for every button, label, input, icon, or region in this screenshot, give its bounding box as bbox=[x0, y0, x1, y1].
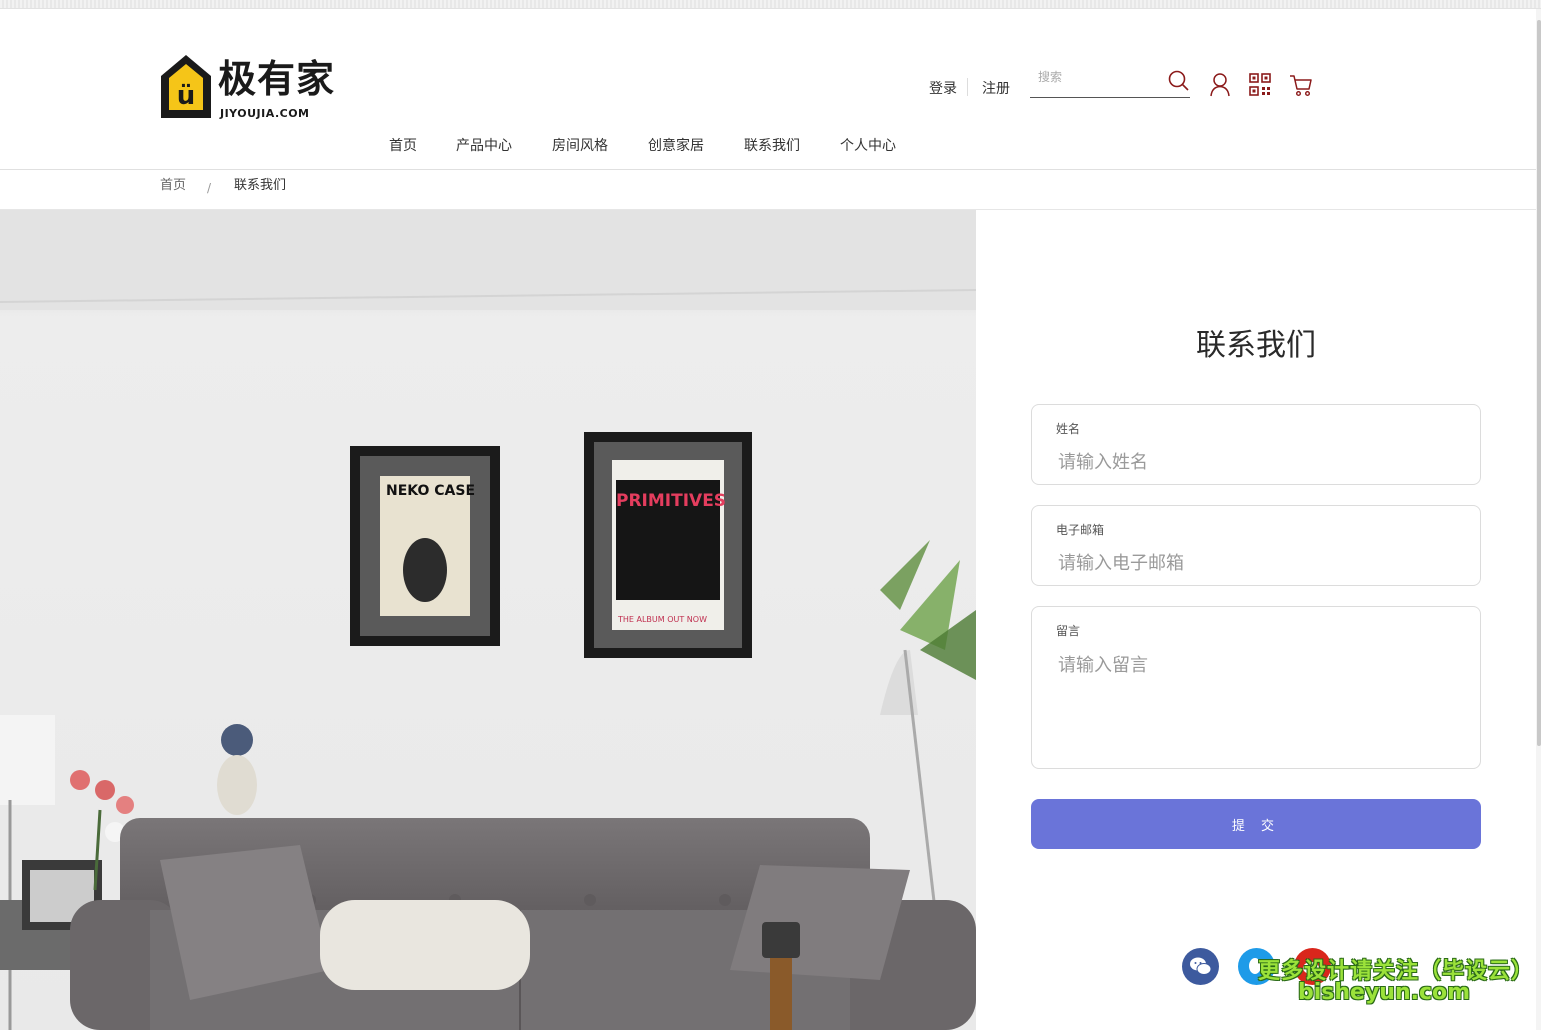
header-divider bbox=[0, 169, 1536, 170]
nav-home[interactable]: 首页 bbox=[389, 135, 417, 155]
house-logo-icon: ü bbox=[161, 55, 211, 118]
email-field-label: 电子邮箱 bbox=[1056, 523, 1105, 537]
contact-form-title: 联系我们 bbox=[1196, 328, 1316, 363]
search-box bbox=[1030, 64, 1190, 98]
nav-personal-center[interactable]: 个人中心 bbox=[840, 135, 896, 155]
top-strip bbox=[0, 0, 1541, 9]
svg-text:ü: ü bbox=[177, 81, 196, 111]
watermark-url: bisheyun.com bbox=[1298, 980, 1471, 1005]
name-field-box: 姓名 bbox=[1031, 404, 1481, 485]
wechat-icon bbox=[1190, 957, 1212, 975]
nav-room-styles[interactable]: 房间风格 bbox=[552, 135, 608, 155]
register-link[interactable]: 注册 bbox=[982, 78, 1010, 98]
logo-text: 极有家 bbox=[218, 57, 336, 101]
wechat-share-button[interactable] bbox=[1182, 948, 1219, 985]
living-room-photo: NEKO CASE PRIMITIVES THE ALBUM OUT NOW bbox=[0, 210, 976, 1030]
nav-creative-home[interactable]: 创意家居 bbox=[648, 135, 704, 155]
breadcrumb-current: 联系我们 bbox=[234, 178, 287, 193]
svg-text:NEKO CASE: NEKO CASE bbox=[386, 483, 475, 499]
qrcode-icon[interactable] bbox=[1248, 72, 1272, 98]
logo-domain: JIYOUJIA.COM bbox=[220, 107, 310, 120]
breadcrumb-separator: / bbox=[207, 181, 212, 195]
name-field-label: 姓名 bbox=[1056, 422, 1081, 436]
cart-icon[interactable] bbox=[1289, 72, 1313, 98]
email-input[interactable] bbox=[1058, 550, 1458, 576]
auth-divider bbox=[967, 78, 968, 96]
breadcrumb-home[interactable]: 首页 bbox=[160, 174, 186, 193]
message-textarea[interactable] bbox=[1058, 651, 1458, 751]
search-input[interactable] bbox=[1030, 64, 1160, 90]
name-input[interactable] bbox=[1058, 449, 1458, 475]
message-field-box: 留言 bbox=[1031, 606, 1481, 769]
message-field-label: 留言 bbox=[1056, 624, 1081, 638]
search-icon[interactable] bbox=[1168, 70, 1190, 94]
user-icon[interactable] bbox=[1208, 72, 1232, 98]
svg-text:PRIMITIVES: PRIMITIVES bbox=[616, 491, 726, 511]
nav-products[interactable]: 产品中心 bbox=[456, 135, 512, 155]
login-link[interactable]: 登录 bbox=[929, 78, 957, 98]
scrollbar-thumb[interactable] bbox=[1537, 20, 1541, 746]
svg-text:THE ALBUM OUT NOW: THE ALBUM OUT NOW bbox=[617, 615, 707, 624]
nav-contact[interactable]: 联系我们 bbox=[744, 135, 800, 155]
email-field-box: 电子邮箱 bbox=[1031, 505, 1481, 586]
site-logo[interactable]: ü 极有家 JIYOUJIA.COM bbox=[160, 54, 340, 120]
hero-image: NEKO CASE PRIMITIVES THE ALBUM OUT NOW bbox=[0, 210, 976, 1030]
submit-button[interactable]: 提 交 bbox=[1031, 799, 1481, 849]
